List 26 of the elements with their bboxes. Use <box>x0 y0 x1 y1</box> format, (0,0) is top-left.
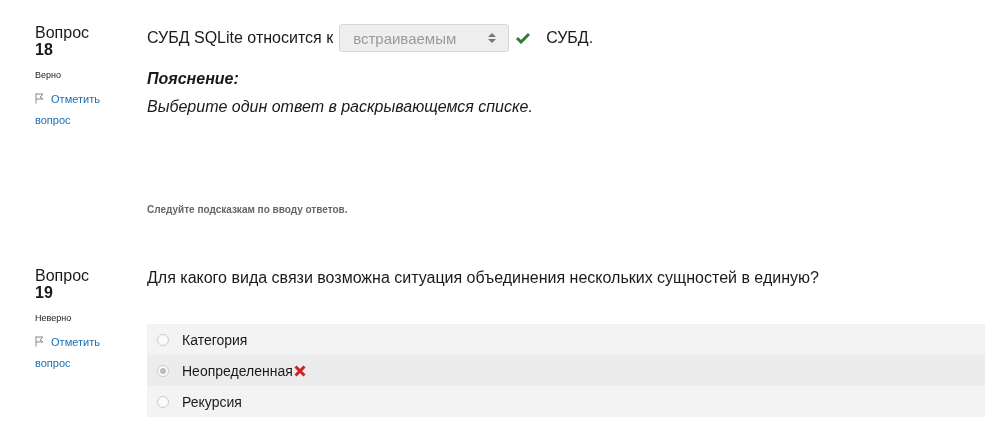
option-row[interactable]: Категория <box>147 324 985 355</box>
option-label: Неопределенная <box>182 362 293 379</box>
question-number: 18 <box>35 41 54 58</box>
flag-question-link[interactable]: Отметить вопрос <box>35 332 115 374</box>
flag-icon <box>35 336 44 347</box>
hint-text: Следуйте подсказкам по вводу ответов. <box>147 204 349 215</box>
question-status: Верно <box>35 70 62 80</box>
question-status: Неверно <box>35 313 73 323</box>
option-label: Рекурсия <box>182 393 242 410</box>
question-number: 19 <box>35 284 54 301</box>
radio-button[interactable] <box>157 364 169 377</box>
question-label: Вопрос <box>35 267 91 284</box>
question-text: Для какого вида связи возможна ситуация объединения нескольких сущностей в единую? <box>147 269 820 287</box>
option-label: Категория <box>182 331 248 348</box>
question-text: СУБД. <box>546 29 594 47</box>
updown-arrows-icon <box>488 32 497 44</box>
explanation-title: Пояснение: <box>147 70 240 88</box>
option-row[interactable]: Неопределенная <box>147 355 985 386</box>
flag-question-link[interactable]: Отметить вопрос <box>35 89 115 131</box>
radio-button[interactable] <box>157 333 169 346</box>
flag-icon <box>35 93 44 104</box>
question-label: Вопрос <box>35 24 91 41</box>
option-row[interactable]: Рекурсия <box>147 386 985 417</box>
radio-button[interactable] <box>157 395 169 408</box>
question-text: СУБД SQLite относится к <box>147 29 334 47</box>
explanation-text: Выберите один ответ в раскрывающемся списке. <box>147 98 534 116</box>
